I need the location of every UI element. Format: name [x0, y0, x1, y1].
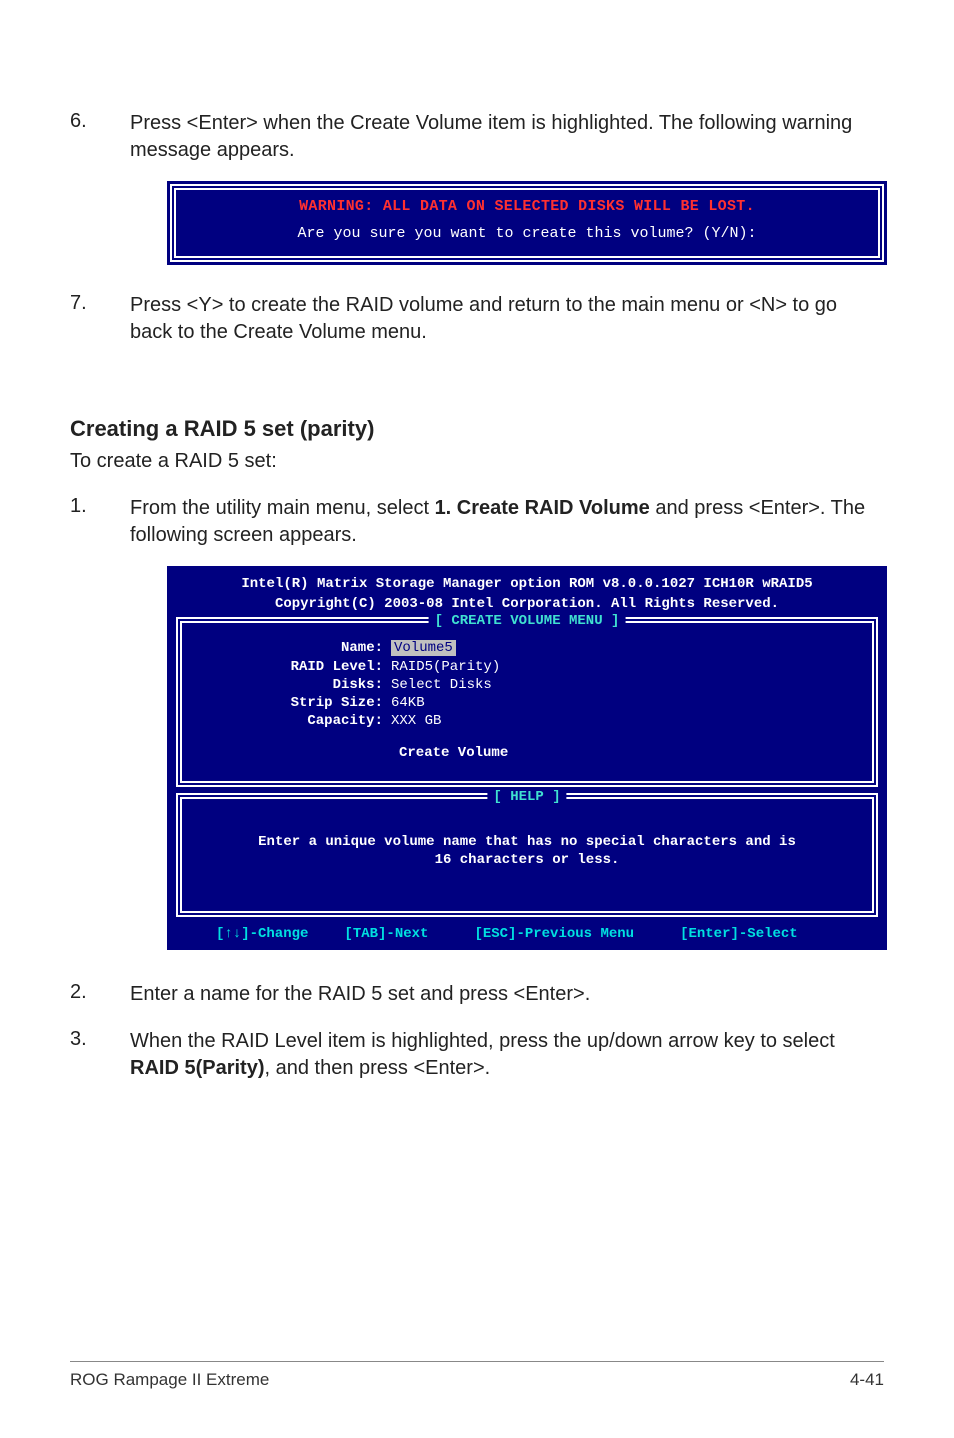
bios-warning-wrap: WARNING: ALL DATA ON SELECTED DISKS WILL…	[170, 184, 884, 262]
bios-field-value: RAID5(Parity)	[391, 658, 500, 676]
step-number: 2.	[70, 981, 130, 1008]
bios-key-select: [Enter]-Select	[680, 925, 798, 943]
step3-pre: When the RAID Level item is highlighted,…	[130, 1030, 835, 1052]
step-number: 6.	[70, 110, 130, 164]
bios-key-change: [↑↓]-Change	[216, 925, 308, 943]
bios-create-volume-action: Create Volume	[196, 744, 858, 762]
bios-key-prev: [ESC]-Previous Menu	[474, 925, 634, 943]
section-subtext: To create a RAID 5 set:	[70, 450, 884, 473]
bios-field-disks: Disks: Select Disks	[196, 676, 858, 694]
bios-field-value: XXX GB	[391, 712, 441, 730]
bios-footer-bar: [↑↓]-Change [TAB]-Next [ESC]-Previous Me…	[170, 923, 884, 947]
bios-help-line2: 16 characters or less.	[206, 851, 848, 869]
step-body: When the RAID Level item is highlighted,…	[130, 1028, 884, 1082]
bios-warning-box: WARNING: ALL DATA ON SELECTED DISKS WILL…	[170, 184, 884, 262]
step1-pre: From the utility main menu, select	[130, 497, 435, 519]
step3-bold: RAID 5(Parity)	[130, 1057, 264, 1079]
step1-bold: 1. Create RAID Volume	[435, 497, 650, 519]
page-footer: ROG Rampage II Extreme 4-41	[70, 1361, 884, 1390]
step-body: Press <Y> to create the RAID volume and …	[130, 292, 884, 346]
step-body: Enter a name for the RAID 5 set and pres…	[130, 981, 590, 1008]
bios-create-menu-title: [ CREATE VOLUME MENU ]	[429, 612, 626, 630]
bios-field-label: Disks:	[196, 676, 391, 694]
bios-field-name: Name: Volume5	[196, 639, 858, 657]
footer-left: ROG Rampage II Extreme	[70, 1370, 269, 1390]
step-body: Press <Enter> when the Create Volume ite…	[130, 110, 884, 164]
bios-help-title: [ HELP ]	[487, 788, 566, 806]
bios-header-line1: Intel(R) Matrix Storage Manager option R…	[170, 575, 884, 595]
step-3: 3. When the RAID Level item is highlight…	[70, 1028, 884, 1082]
step-number: 1.	[70, 495, 130, 549]
step-number: 7.	[70, 292, 130, 346]
bios-field-label: Name:	[196, 639, 391, 657]
bios-screenshot: Intel(R) Matrix Storage Manager option R…	[170, 569, 884, 947]
step-1: 1. From the utility main menu, select 1.…	[70, 495, 884, 549]
bios-help-line1: Enter a unique volume name that has no s…	[206, 833, 848, 851]
step-6: 6. Press <Enter> when the Create Volume …	[70, 110, 884, 164]
bios-create-menu-box: [ CREATE VOLUME MENU ] Name: Volume5 RAI…	[176, 617, 878, 786]
bios-field-label: Strip Size:	[196, 694, 391, 712]
step3-post: , and then press <Enter>.	[264, 1057, 490, 1079]
step-body: From the utility main menu, select 1. Cr…	[130, 495, 884, 549]
bios-name-highlight: Volume5	[391, 640, 456, 656]
bios-help-text: Enter a unique volume name that has no s…	[196, 809, 858, 893]
bios-help-box: [ HELP ] Enter a unique volume name that…	[176, 793, 878, 917]
bios-field-capacity: Capacity: XXX GB	[196, 712, 858, 730]
bios-field-value: 64KB	[391, 694, 425, 712]
footer-right: 4-41	[850, 1370, 884, 1390]
bios-screenshot-wrap: Intel(R) Matrix Storage Manager option R…	[170, 569, 884, 947]
bios-field-value: Select Disks	[391, 676, 492, 694]
bios-warning-red-line: WARNING: ALL DATA ON SELECTED DISKS WILL…	[184, 198, 870, 215]
page: 6. Press <Enter> when the Create Volume …	[0, 0, 954, 1438]
section-heading: Creating a RAID 5 set (parity)	[70, 416, 884, 442]
bios-field-strip-size: Strip Size: 64KB	[196, 694, 858, 712]
bios-field-raid-level: RAID Level: RAID5(Parity)	[196, 658, 858, 676]
step-number: 3.	[70, 1028, 130, 1082]
bios-field-value: Volume5	[391, 639, 456, 657]
bios-key-next: [TAB]-Next	[344, 925, 428, 943]
bios-field-label: RAID Level:	[196, 658, 391, 676]
bios-field-label: Capacity:	[196, 712, 391, 730]
bios-warning-prompt: Are you sure you want to create this vol…	[297, 225, 756, 242]
step-2: 2. Enter a name for the RAID 5 set and p…	[70, 981, 884, 1008]
step-7: 7. Press <Y> to create the RAID volume a…	[70, 292, 884, 346]
